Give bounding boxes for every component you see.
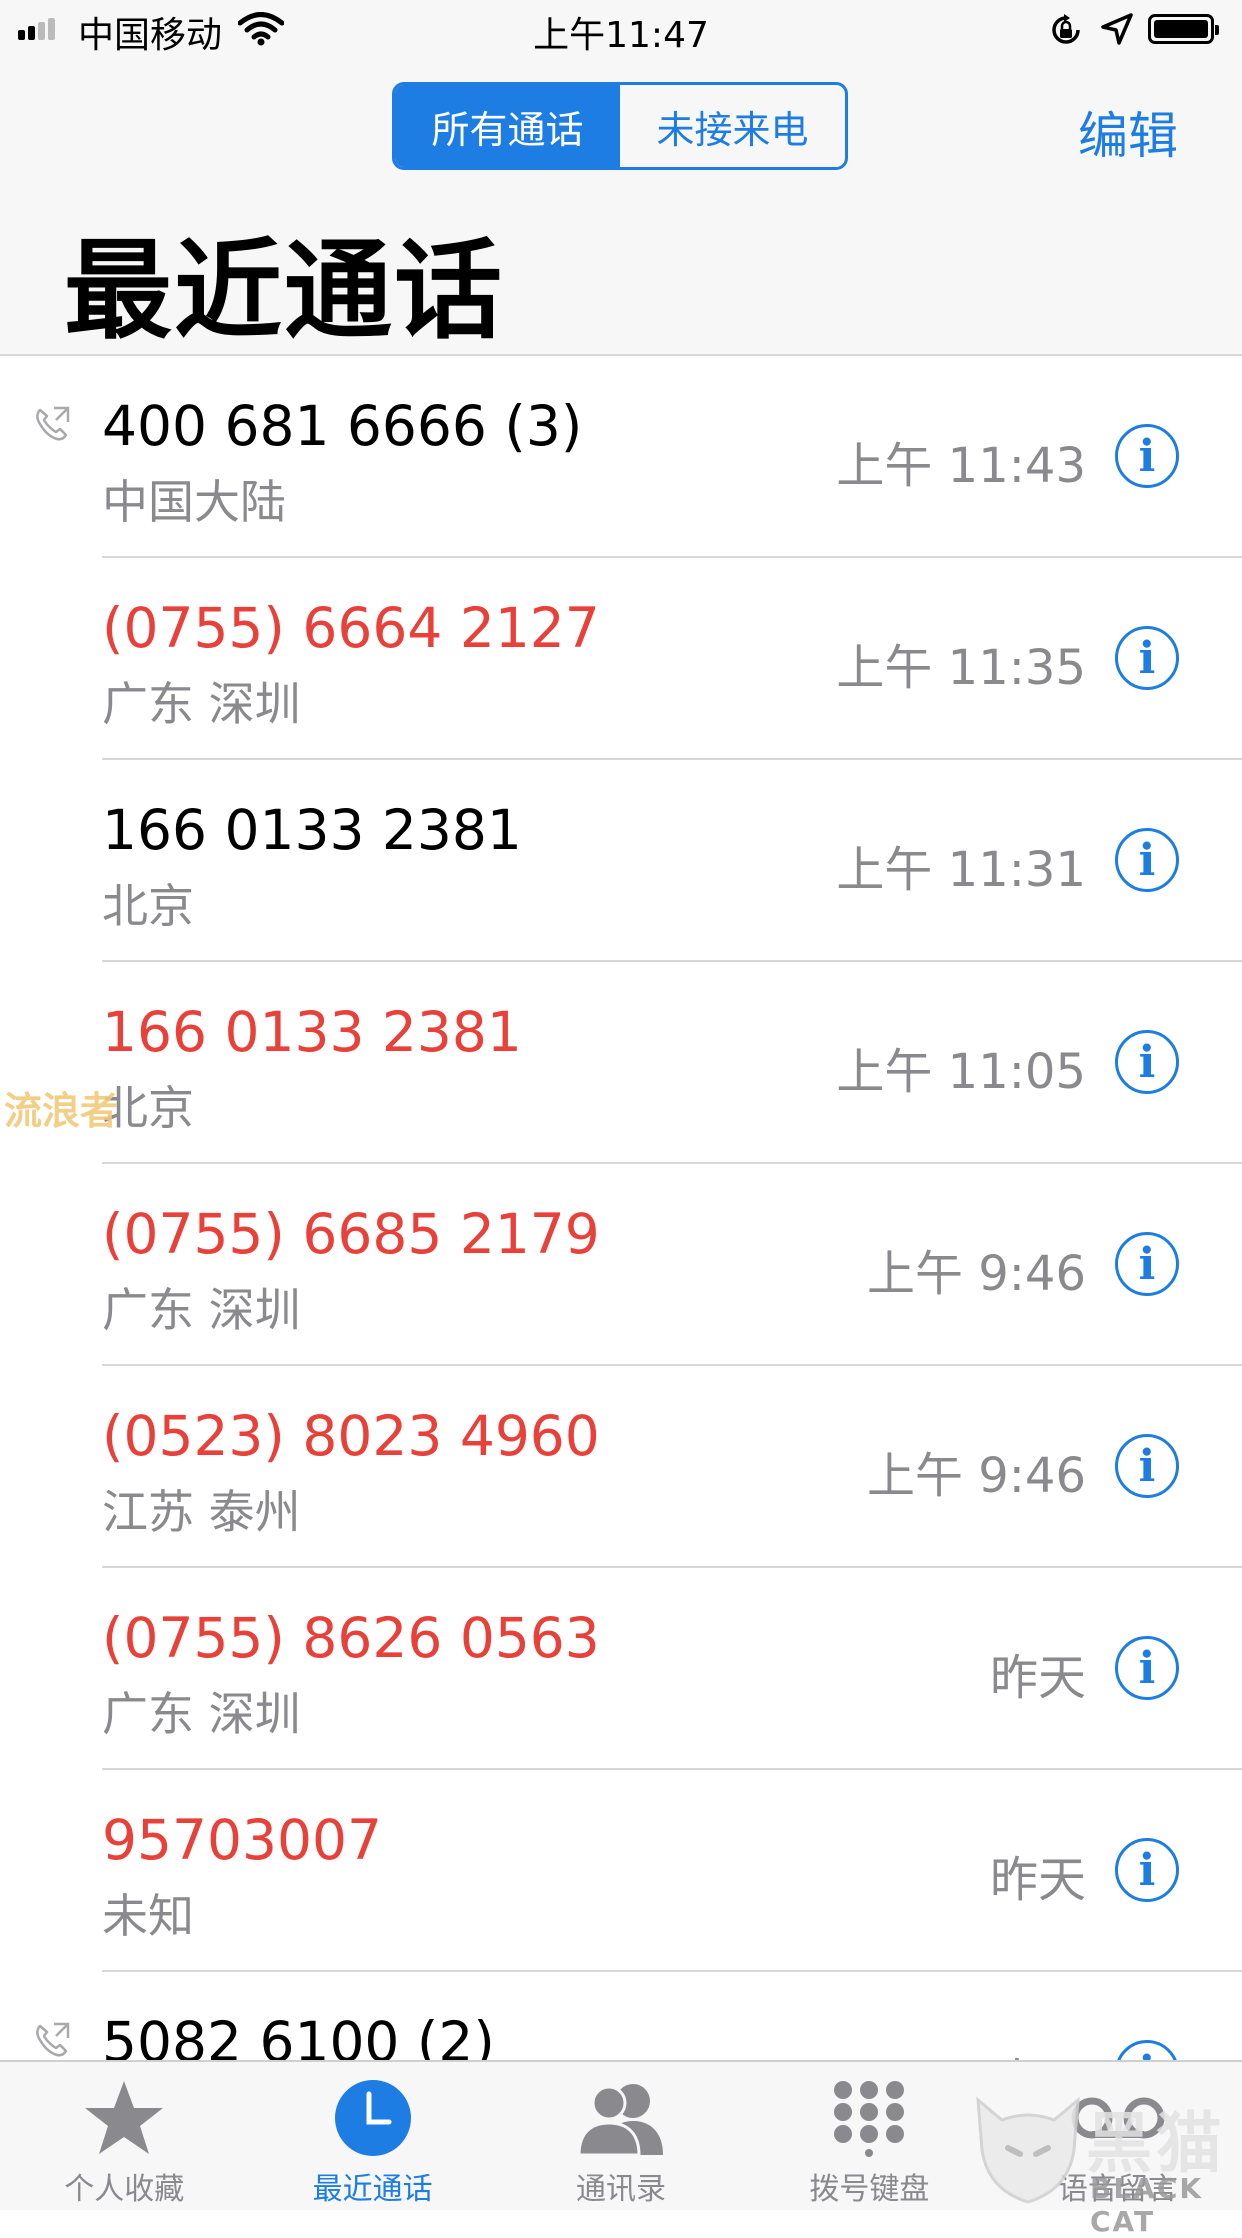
tab-keypad[interactable]: 拨号键盘 <box>745 2062 993 2210</box>
tab-favorites[interactable]: 个人收藏 <box>0 2062 248 2210</box>
info-button[interactable]: i <box>1115 626 1179 690</box>
tab-recents[interactable]: 最近通话 <box>248 2062 496 2210</box>
tab-label: 个人收藏 <box>64 2172 185 2207</box>
call-time: 昨天 <box>989 1650 1086 1706</box>
call-row[interactable]: (0523) 8023 4960 江苏 泰州 上午 9:46 i <box>0 1366 1242 1568</box>
call-time: 上午 9:46 <box>866 1448 1086 1504</box>
call-row[interactable]: 166 0133 2381 北京 上午 11:05 i <box>0 962 1242 1164</box>
info-button[interactable]: i <box>1115 1030 1179 1094</box>
info-button[interactable]: i <box>1115 828 1179 892</box>
rotation-lock-icon <box>1052 14 1080 44</box>
call-row[interactable]: 166 0133 2381 北京 上午 11:31 i <box>0 760 1242 962</box>
call-time: 昨天 <box>989 1852 1086 1908</box>
call-time: 上午 11:35 <box>836 640 1086 696</box>
call-number: (0755) 6664 2127 <box>102 596 600 660</box>
call-location: 江苏 泰州 <box>102 1485 301 1539</box>
cat-logo-icon <box>976 2096 1080 2204</box>
battery-icon <box>1148 14 1219 44</box>
page-title: 最近通话 <box>64 229 505 354</box>
outgoing-call-icon <box>36 2022 70 2057</box>
tab-label: 拨号键盘 <box>809 2172 930 2207</box>
info-button[interactable]: i <box>1115 1838 1179 1902</box>
call-location: 北京 <box>102 879 194 933</box>
brand-watermark: 黑猫 BLACK CAT <box>968 2090 1238 2238</box>
call-location: 广东 深圳 <box>102 1687 301 1741</box>
call-number: 166 0133 2381 <box>102 1000 522 1064</box>
segment-missed-calls[interactable]: 未接来电 <box>620 85 845 167</box>
keypad-icon <box>834 2081 905 2157</box>
segment-all-calls[interactable]: 所有通话 <box>395 85 620 167</box>
info-button[interactable]: i <box>1115 1232 1179 1296</box>
call-time: 上午 11:43 <box>836 438 1086 494</box>
call-number: 166 0133 2381 <box>102 798 522 862</box>
outgoing-call-icon <box>36 406 70 441</box>
call-number: 400 681 6666 (3) <box>102 394 583 458</box>
call-location: 未知 <box>102 1889 194 1943</box>
call-number: (0755) 8626 0563 <box>102 1606 600 1670</box>
tab-label: 通讯录 <box>576 2172 667 2207</box>
nav-header: 所有通话 未接来电 编辑 最近通话 <box>0 62 1242 356</box>
contacts-icon <box>577 2084 664 2157</box>
call-location: 广东 深圳 <box>102 1283 301 1337</box>
call-filter-segmented-control: 所有通话 未接来电 <box>392 82 848 170</box>
call-number: 95703007 <box>102 1808 382 1872</box>
info-button[interactable]: i <box>1115 424 1179 488</box>
brand-subtitle: BLACK CAT <box>1090 2172 1204 2238</box>
call-time: 上午 11:05 <box>836 1044 1086 1100</box>
call-row[interactable]: 400 681 6666 (3) 中国大陆 上午 11:43 i <box>0 356 1242 558</box>
call-number: (0755) 6685 2179 <box>102 1202 600 1266</box>
info-button[interactable]: i <box>1115 1434 1179 1498</box>
tab-label: 最近通话 <box>312 2172 433 2207</box>
call-number: (0523) 8023 4960 <box>102 1404 600 1468</box>
call-location: 广东 深圳 <box>102 677 301 731</box>
watermark-text: 流浪者 <box>4 1089 119 1133</box>
call-location: 中国大陆 <box>102 475 286 529</box>
call-row[interactable]: 95703007 未知 昨天 i <box>0 1770 1242 1972</box>
call-time: 上午 11:31 <box>836 842 1086 898</box>
call-row[interactable]: (0755) 8626 0563 广东 深圳 昨天 i <box>0 1568 1242 1770</box>
status-bar: 中国移动 上午11:47 <box>0 0 1242 62</box>
recent-calls-list: 400 681 6666 (3) 中国大陆 上午 11:43 i (0755) … <box>0 356 1242 2174</box>
call-row[interactable]: (0755) 6685 2179 广东 深圳 上午 9:46 i <box>0 1164 1242 1366</box>
call-time: 上午 9:46 <box>866 1246 1086 1302</box>
star-icon <box>85 2081 164 2154</box>
tab-contacts[interactable]: 通讯录 <box>497 2062 745 2210</box>
info-button[interactable]: i <box>1115 1636 1179 1700</box>
edit-button[interactable]: 编辑 <box>1078 96 1178 168</box>
call-row[interactable]: (0755) 6664 2127 广东 深圳 上午 11:35 i <box>0 558 1242 760</box>
clock-icon <box>334 2080 411 2156</box>
location-arrow-icon <box>1101 13 1133 45</box>
